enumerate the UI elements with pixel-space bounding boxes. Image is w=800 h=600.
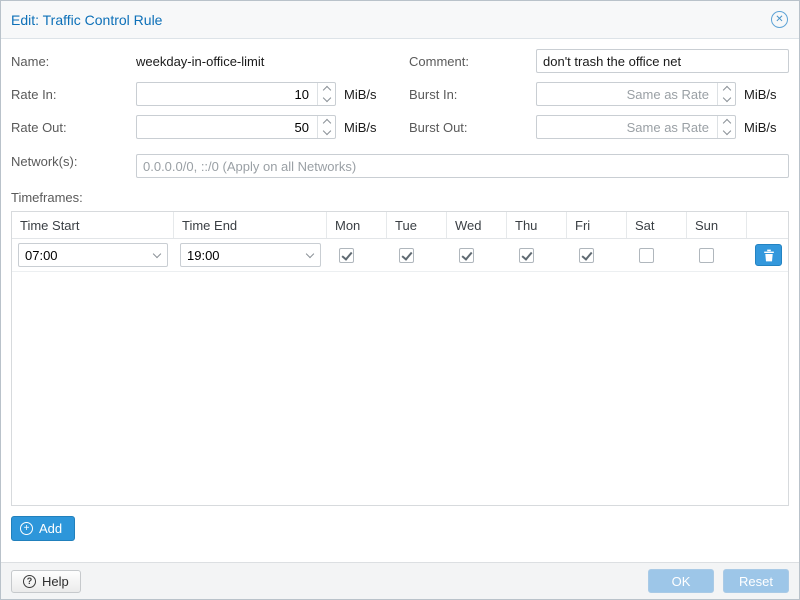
rate-in-input[interactable] — [136, 82, 336, 106]
burst-out-spinners — [717, 116, 735, 138]
trash-icon — [763, 249, 775, 262]
rate-in-spinners — [317, 83, 335, 105]
name-label: Name: — [11, 54, 136, 69]
rate-in-label: Rate In: — [11, 87, 136, 102]
spinner-down-icon[interactable] — [718, 127, 735, 138]
column-header-thu[interactable]: Thu — [507, 212, 567, 238]
timeframes-table: Time Start Time End Mon Tue Wed Thu Fri … — [11, 211, 789, 506]
rate-out-label: Rate Out: — [11, 120, 136, 135]
table-empty-area — [12, 272, 788, 505]
time-end-combo[interactable] — [180, 243, 321, 267]
burst-in-unit: MiB/s — [744, 87, 777, 102]
help-button-label: Help — [42, 574, 69, 589]
table-row — [12, 239, 788, 272]
burst-out-input[interactable] — [536, 115, 736, 139]
form-row-name-comment: Name: weekday-in-office-limit Comment: — [11, 49, 789, 73]
column-header-time-end[interactable]: Time End — [174, 212, 327, 238]
form-row-rate-in: Rate In: MiB/s Burst In: MiB/s — [11, 82, 789, 106]
close-icon[interactable]: ✕ — [771, 11, 788, 28]
question-circle-icon: ? — [23, 575, 36, 588]
fri-checkbox[interactable] — [579, 248, 594, 263]
burst-out-unit: MiB/s — [744, 120, 777, 135]
timeframes-label: Timeframes: — [11, 190, 789, 205]
column-header-sat[interactable]: Sat — [627, 212, 687, 238]
add-button[interactable]: + Add — [11, 516, 75, 541]
rate-out-field — [136, 115, 336, 139]
burst-out-field — [536, 115, 736, 139]
sun-checkbox[interactable] — [699, 248, 714, 263]
spinner-down-icon[interactable] — [318, 127, 335, 138]
burst-in-label: Burst In: — [409, 87, 536, 102]
reset-button[interactable]: Reset — [723, 569, 789, 593]
help-button[interactable]: ? Help — [11, 570, 81, 593]
add-button-label: Add — [39, 521, 62, 536]
dialog-title: Edit: Traffic Control Rule — [11, 12, 162, 28]
comment-input[interactable] — [536, 49, 789, 73]
rate-in-field — [136, 82, 336, 106]
dialog-body: Name: weekday-in-office-limit Comment: R… — [1, 39, 799, 551]
dialog-header: Edit: Traffic Control Rule ✕ — [1, 1, 799, 39]
burst-in-field — [536, 82, 736, 106]
dialog-footer: ? Help OK Reset — [1, 562, 799, 599]
form-row-rate-out: Rate Out: MiB/s Burst Out: MiB/s — [11, 115, 789, 139]
column-header-tue[interactable]: Tue — [387, 212, 447, 238]
delete-row-button[interactable] — [755, 244, 782, 266]
wed-checkbox[interactable] — [459, 248, 474, 263]
time-start-input[interactable] — [19, 248, 147, 263]
timeframes-table-header: Time Start Time End Mon Tue Wed Thu Fri … — [12, 212, 788, 239]
burst-in-input[interactable] — [536, 82, 736, 106]
chevron-down-icon[interactable] — [300, 251, 320, 259]
time-start-combo[interactable] — [18, 243, 168, 267]
networks-label: Network(s): — [11, 154, 136, 178]
spinner-down-icon[interactable] — [718, 94, 735, 105]
rate-out-spinners — [317, 116, 335, 138]
plus-circle-icon: + — [20, 522, 33, 535]
chevron-down-icon[interactable] — [147, 251, 167, 259]
form-row-networks: Network(s): — [11, 154, 789, 178]
ok-button[interactable]: OK — [648, 569, 714, 593]
burst-out-label: Burst Out: — [409, 120, 536, 135]
name-value: weekday-in-office-limit — [136, 54, 264, 69]
time-end-input[interactable] — [181, 248, 300, 263]
column-header-mon[interactable]: Mon — [327, 212, 387, 238]
tue-checkbox[interactable] — [399, 248, 414, 263]
column-header-fri[interactable]: Fri — [567, 212, 627, 238]
column-header-wed[interactable]: Wed — [447, 212, 507, 238]
thu-checkbox[interactable] — [519, 248, 534, 263]
column-header-sun[interactable]: Sun — [687, 212, 747, 238]
burst-in-spinners — [717, 83, 735, 105]
comment-label: Comment: — [409, 54, 536, 69]
rate-out-unit: MiB/s — [344, 120, 377, 135]
spinner-down-icon[interactable] — [318, 94, 335, 105]
rate-in-unit: MiB/s — [344, 87, 377, 102]
sat-checkbox[interactable] — [639, 248, 654, 263]
column-header-time-start[interactable]: Time Start — [12, 212, 174, 238]
networks-input[interactable] — [136, 154, 789, 178]
column-header-actions — [747, 212, 788, 238]
mon-checkbox[interactable] — [339, 248, 354, 263]
rate-out-input[interactable] — [136, 115, 336, 139]
